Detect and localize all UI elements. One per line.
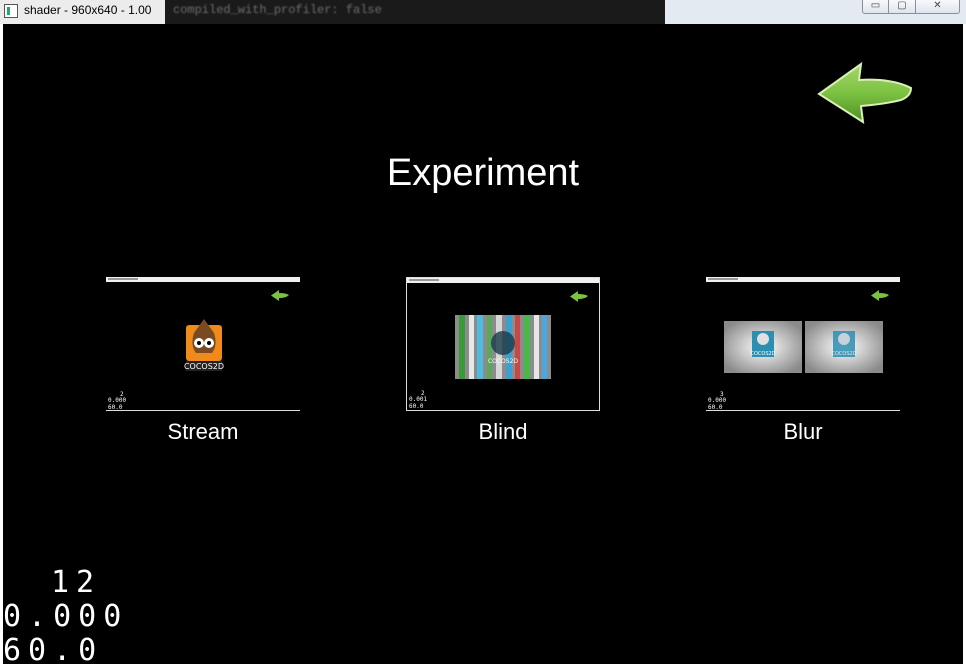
blind-thumbnail[interactable]: COCOS2D 2 0.001 60.0: [406, 277, 600, 411]
stream-logo-text: COCOS2D: [184, 362, 224, 371]
mini-back-arrow-icon: [271, 290, 289, 301]
back-arrow-icon[interactable]: [815, 58, 915, 128]
mini-stats: 3 0.000 60.0: [708, 391, 902, 412]
app-icon: [4, 4, 18, 18]
page-title: Experiment: [386, 152, 580, 194]
blind-logo-text: COCOS2D: [488, 358, 518, 365]
cocos-logo-icon: COCOS2D: [184, 319, 224, 371]
mini-title-bar: [706, 277, 900, 282]
draw-calls-stat: 12: [51, 565, 102, 600]
close-button[interactable]: ✕: [915, 0, 960, 14]
fps-stats-overlay: 12 0.000 60.0: [3, 566, 128, 668]
window-title: shader - 960x640 - 1.00: [24, 3, 152, 17]
blur-thumbnail[interactable]: COCOS2D COCOS2D 3 0.000 60.0: [706, 277, 900, 411]
blur-right-logo-text: COCOS2D: [831, 351, 856, 357]
stream-label[interactable]: Stream: [106, 419, 300, 445]
blind-preview-image: COCOS2D: [455, 315, 551, 379]
maximize-button[interactable]: ▢: [888, 0, 916, 14]
console-text: compiled_with_profiler: false: [173, 3, 382, 17]
mini-back-arrow-icon: [871, 290, 889, 301]
blur-label[interactable]: Blur: [706, 419, 900, 445]
console-window-strip: compiled_with_profiler: false: [165, 0, 665, 24]
blur-preview-images: COCOS2D COCOS2D: [724, 321, 883, 373]
mini-title-bar: [407, 278, 599, 283]
divider: [106, 410, 300, 411]
blur-left-logo-text: COCOS2D: [750, 351, 775, 357]
mini-stat-fps: 60.0: [409, 402, 424, 410]
mini-back-arrow-icon: [570, 291, 588, 302]
window-title-bar: shader - 960x640 - 1.00 compiled_with_pr…: [0, 0, 966, 24]
mini-title-bar: [106, 277, 300, 282]
mini-stats: 2 0.000 60.0: [108, 391, 302, 412]
game-canvas: Experiment COCOS2D 2 0.000 60.0 Stream C…: [3, 24, 963, 664]
divider: [706, 410, 900, 411]
minimize-button[interactable]: ▭: [862, 0, 889, 14]
frame-time-stat: 0.000: [3, 599, 129, 634]
blind-label[interactable]: Blind: [406, 419, 600, 445]
mini-stats: 2 0.001 60.0: [409, 390, 601, 411]
stream-thumbnail[interactable]: COCOS2D 2 0.000 60.0: [106, 277, 300, 411]
fps-stat: 60.0: [3, 633, 104, 668]
